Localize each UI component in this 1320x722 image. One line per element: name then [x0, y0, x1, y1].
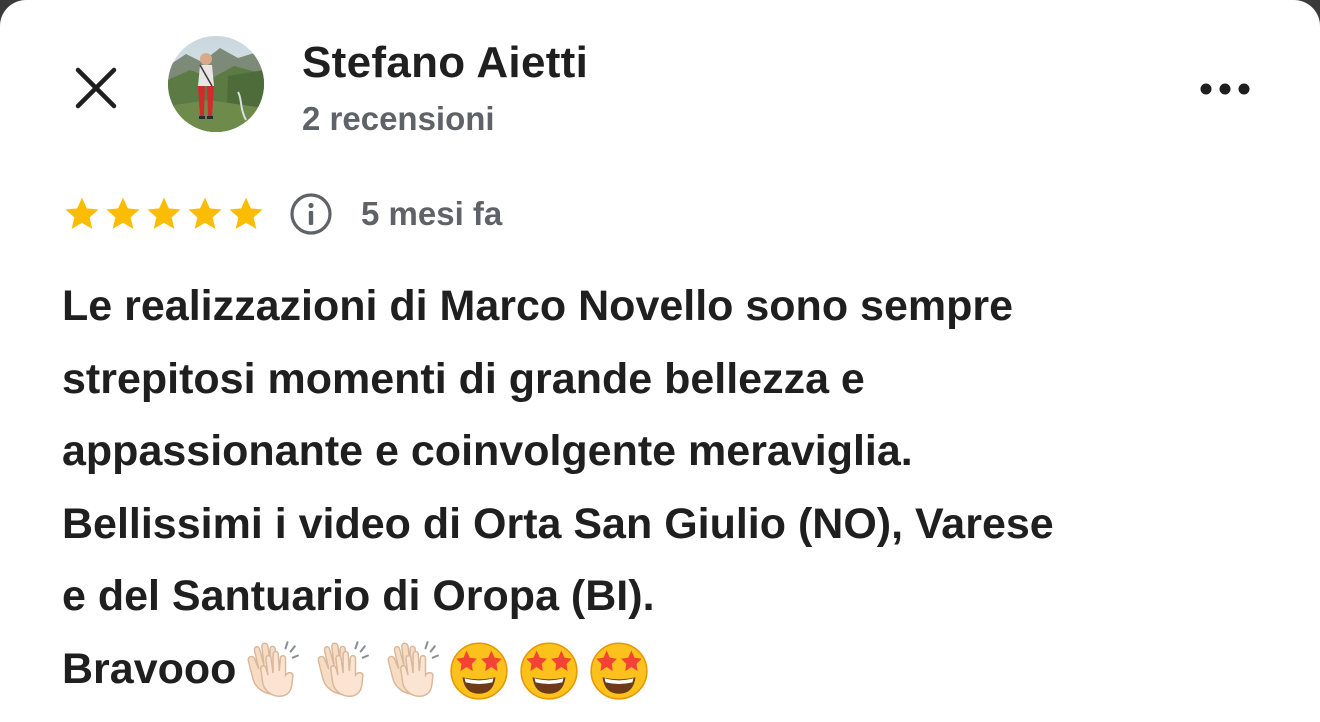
more-horizontal-icon [1200, 83, 1250, 95]
star-icon [147, 197, 181, 229]
star-icon [188, 197, 222, 229]
avatar[interactable] [168, 36, 264, 132]
review-card: Stefano Aietti 2 recensioni 5 mesi fa Le… [0, 0, 1320, 722]
review-text-line: Le realizzazioni di Marco Novello sono s… [62, 282, 1014, 330]
info-button[interactable] [287, 190, 335, 238]
rating-row: 5 mesi fa [62, 190, 502, 238]
star-icon [106, 197, 140, 229]
close-button[interactable] [64, 56, 128, 120]
star-struck-emoji [520, 642, 579, 700]
emoji-group [236, 636, 652, 702]
close-icon [75, 67, 117, 109]
review-text: Le realizzazioni di Marco Novello sono s… [62, 270, 1262, 705]
review-date: 5 mesi fa [361, 195, 503, 232]
clapping-hands-emoji [387, 640, 440, 697]
review-text-line: Bravooo [62, 644, 237, 693]
author-review-count: 2 recensioni [302, 100, 495, 137]
star-icon [65, 197, 99, 229]
star-struck-emoji [590, 642, 649, 700]
review-text-last-line: Bravooo [62, 633, 1262, 706]
author-name[interactable]: Stefano Aietti [302, 38, 588, 88]
avatar-photo [168, 36, 264, 132]
info-icon [290, 193, 332, 235]
more-options-button[interactable] [1190, 66, 1260, 112]
star-rating [62, 194, 267, 234]
clapping-hands-emoji [317, 640, 370, 697]
star-struck-emoji [450, 642, 509, 700]
review-text-line: strepitosi momenti di grande bellezza e [62, 354, 865, 403]
star-icon [229, 197, 263, 229]
clapping-hands-emoji [247, 640, 300, 697]
review-text-line: appassionante e coinvolgente meraviglia. [62, 427, 913, 475]
review-text-line: e del Santuario di Oropa (BI). [62, 572, 655, 620]
review-text-line: Bellissimi i video di Orta San Giulio (N… [62, 499, 1054, 548]
